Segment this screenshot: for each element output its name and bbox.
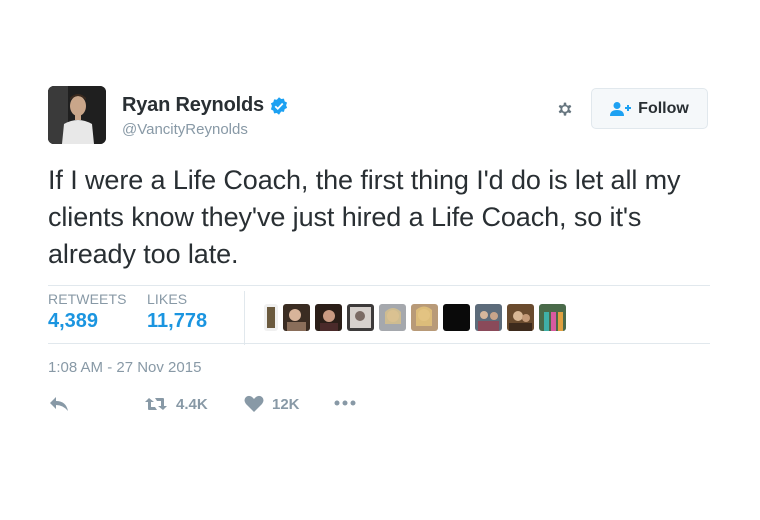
liker-avatar[interactable] — [283, 304, 310, 331]
liker-avatar[interactable] — [539, 304, 566, 331]
retweet-button[interactable]: 4.4K — [144, 395, 208, 413]
user-handle[interactable]: @VancityReynolds — [122, 121, 248, 138]
avatar[interactable] — [48, 86, 106, 144]
liker-avatar[interactable] — [315, 304, 342, 331]
likes-label: LIKES — [147, 291, 188, 307]
liker-avatar[interactable] — [507, 304, 534, 331]
liker-avatar[interactable] — [475, 304, 502, 331]
tweet-stats: RETWEETS 4,389 LIKES 11,778 — [48, 291, 710, 345]
verified-badge-icon — [270, 96, 287, 115]
retweets-count: 4,389 — [48, 310, 99, 332]
likes-count: 11,778 — [147, 310, 208, 332]
like-count: 12K — [272, 395, 300, 413]
more-button[interactable] — [334, 399, 356, 407]
liker-avatar[interactable] — [347, 304, 374, 331]
reply-icon — [50, 397, 68, 411]
tweet-timestamp[interactable]: 1:08 AM - 27 Nov 2015 — [48, 359, 201, 376]
reply-button[interactable] — [48, 395, 70, 413]
divider-top — [48, 285, 710, 286]
divider-bottom — [48, 343, 710, 344]
name-row: Ryan Reynolds — [122, 94, 289, 117]
liker-avatar[interactable] — [411, 304, 438, 331]
heart-icon — [244, 395, 264, 412]
more-icon — [334, 400, 356, 406]
add-user-icon — [610, 101, 632, 116]
like-button[interactable]: 12K — [244, 395, 300, 413]
retweet-icon — [145, 398, 167, 410]
likes-stat[interactable]: LIKES 11,778 — [147, 291, 207, 333]
retweet-count: 4.4K — [176, 395, 208, 413]
retweets-label: RETWEETS — [48, 291, 127, 307]
follow-button[interactable]: Follow — [591, 88, 708, 129]
stats-divider — [244, 291, 245, 345]
liker-avatar[interactable] — [379, 304, 406, 331]
tweet-card: Ryan Reynolds @VancityReynolds Follow If… — [48, 86, 710, 413]
liker-avatar[interactable] — [264, 304, 278, 331]
display-name[interactable]: Ryan Reynolds — [122, 94, 264, 117]
gear-icon[interactable] — [554, 98, 576, 120]
follow-button-label: Follow — [638, 99, 689, 117]
tweet-header: Ryan Reynolds @VancityReynolds Follow — [48, 86, 710, 144]
liker-avatar[interactable] — [443, 304, 470, 331]
tweet-text: If I were a Life Coach, the first thing … — [48, 165, 681, 269]
retweets-stat[interactable]: RETWEETS 4,389 — [48, 291, 127, 333]
liker-avatars — [264, 304, 566, 331]
